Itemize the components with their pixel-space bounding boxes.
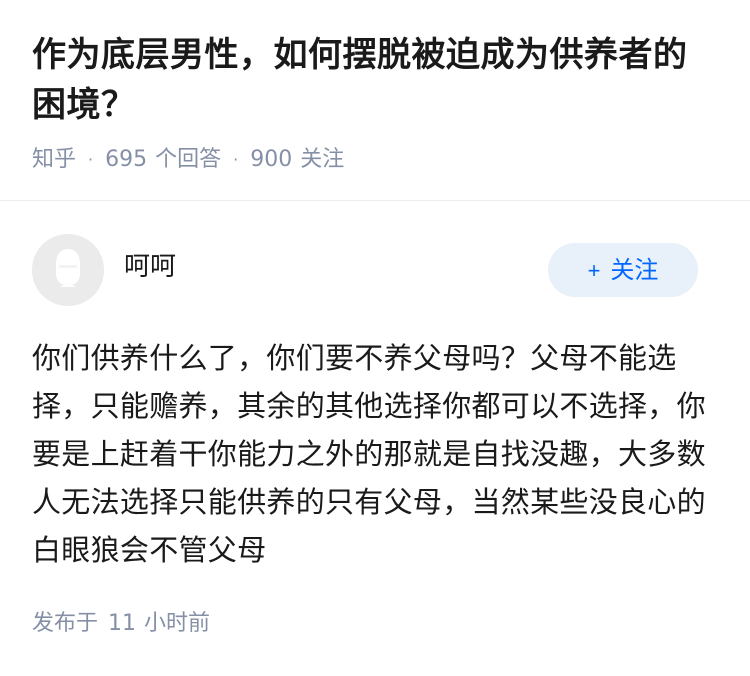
follower-count: 900 bbox=[250, 147, 293, 172]
follow-button[interactable]: + 关注 bbox=[548, 243, 698, 297]
answer-content: 你们供养什么了，你们要不养父母吗？父母不能选择，只能赡养，其余的其他选择你都可以… bbox=[32, 341, 706, 567]
question-title[interactable]: 作为底层男性，如何摆脱被迫成为供养者的困境？ bbox=[32, 30, 718, 130]
question-header: 作为底层男性，如何摆脱被迫成为供养者的困境？ 知乎 · 695 个回答 · 90… bbox=[0, 0, 750, 172]
author-name[interactable]: 呵呵 bbox=[124, 247, 176, 287]
meta-separator: · bbox=[233, 150, 239, 169]
posted-number: 11 bbox=[108, 611, 137, 636]
author-row: 呵呵 + 关注 bbox=[0, 201, 750, 307]
source-label[interactable]: 知乎 bbox=[32, 140, 76, 180]
posted-prefix: 发布于 bbox=[32, 611, 99, 636]
question-meta: 知乎 · 695 个回答 · 900 关注 bbox=[32, 140, 718, 180]
follower-count-label: 关注 bbox=[300, 147, 345, 172]
meta-separator: · bbox=[88, 150, 94, 169]
posted-suffix: 小时前 bbox=[144, 611, 211, 636]
answer-count-label: 个回答 bbox=[155, 147, 222, 172]
answer-timestamp: 发布于 11 小时前 bbox=[32, 606, 210, 642]
follow-button-label: 关注 bbox=[610, 257, 659, 284]
plus-icon: + bbox=[587, 258, 601, 283]
answer-count: 695 bbox=[105, 147, 148, 172]
answer-card: 呵呵 + 关注 你们供养什么了，你们要不养父母吗？父母不能选择，只能赡养，其余的其… bbox=[0, 201, 750, 636]
default-avatar-icon[interactable] bbox=[32, 234, 104, 306]
